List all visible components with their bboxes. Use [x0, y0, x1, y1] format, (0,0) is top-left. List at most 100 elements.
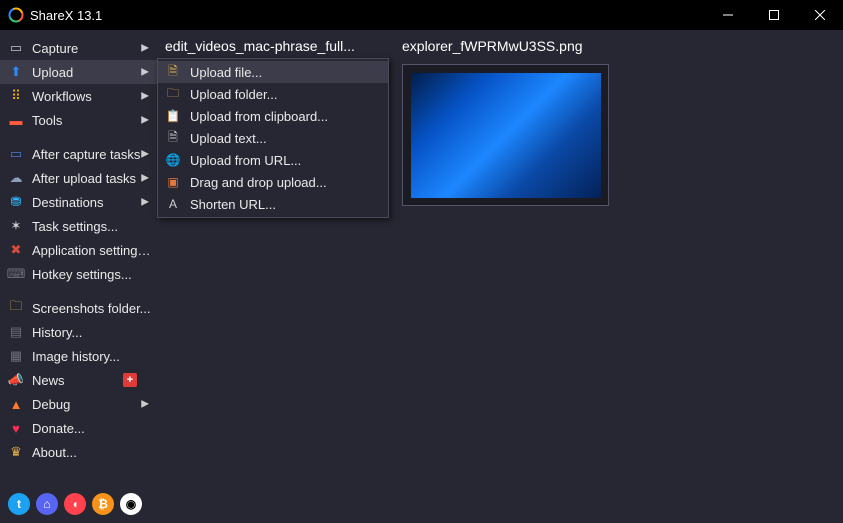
debug-icon: ▲	[8, 396, 24, 412]
sidebar-item-capture[interactable]: ▭ Capture▶	[0, 36, 157, 60]
after-upload-icon: ☁	[8, 170, 24, 186]
sidebar-item-after-upload[interactable]: ☁ After upload tasks▶	[0, 166, 157, 190]
destinations-icon: ⛃	[8, 194, 24, 210]
sidebar-item-workflows[interactable]: ⠿ Workflows▶	[0, 84, 157, 108]
sidebar-item-label: Task settings...	[32, 219, 151, 234]
sidebar-item-label: About...	[32, 445, 151, 460]
submenu-item-upload-url[interactable]: 🌐 Upload from URL...	[158, 149, 388, 171]
sidebar-item-imghistory[interactable]: ▦ Image history...	[0, 344, 157, 368]
social-bitcoin-button[interactable]: ₿	[92, 493, 114, 515]
sidebar-item-label: Application settings...	[32, 243, 151, 258]
chevron-right-icon: ▶	[141, 115, 149, 126]
after-capture-icon: ▭	[8, 146, 24, 162]
sidebar-item-label: Capture	[32, 41, 151, 56]
submenu-item-label: Upload from URL...	[190, 153, 301, 168]
upload-text-icon: 🗎	[164, 130, 182, 146]
submenu-item-upload-dnd[interactable]: ▣ Drag and drop upload...	[158, 171, 388, 193]
chevron-right-icon: ▶	[141, 173, 149, 184]
sidebar-item-label: Screenshots folder...	[32, 301, 151, 316]
social-patreon-button[interactable]: ◖	[64, 493, 86, 515]
sidebar-item-label: Debug	[32, 397, 151, 412]
submenu-item-upload-folder[interactable]: 🗀 Upload folder...	[158, 83, 388, 105]
upload-submenu: 🗎Upload file...🗀Upload folder...📋Upload …	[157, 58, 389, 218]
submenu-item-upload-text[interactable]: 🗎 Upload text...	[158, 127, 388, 149]
sidebar-item-label: News	[32, 373, 123, 388]
sidebar-item-screenshots[interactable]: 🗀 Screenshots folder...	[0, 296, 157, 320]
task-settings-icon: ✶	[8, 218, 24, 234]
thumbnail-thumb2[interactable]: explorer_fWPRMwU3SS.png	[402, 38, 607, 206]
sidebar-item-destinations[interactable]: ⛃ Destinations▶	[0, 190, 157, 214]
submenu-item-shorten-url[interactable]: A Shorten URL...	[158, 193, 388, 215]
screenshots-icon: 🗀	[8, 300, 24, 316]
social-twitter-button[interactable]: t	[8, 493, 30, 515]
upload-clip-icon: 📋	[164, 108, 182, 124]
social-discord-button[interactable]: ⌂	[36, 493, 58, 515]
submenu-item-label: Upload text...	[190, 131, 267, 146]
thumbnail-preview	[402, 64, 609, 206]
shorten-url-icon: A	[164, 196, 182, 212]
chevron-right-icon: ▶	[141, 149, 149, 160]
submenu-item-label: Drag and drop upload...	[190, 175, 327, 190]
upload-folder-icon: 🗀	[164, 86, 182, 102]
app-settings-icon: ✖	[8, 242, 24, 258]
minimize-icon	[723, 10, 733, 20]
sidebar-item-label: Hotkey settings...	[32, 267, 151, 282]
capture-icon: ▭	[8, 40, 24, 56]
maximize-button[interactable]	[751, 0, 797, 30]
social-github-button[interactable]: ◉	[120, 493, 142, 515]
sidebar-item-label: Tools	[32, 113, 151, 128]
about-icon: ♛	[8, 444, 24, 460]
sidebar: ▭Capture▶⬆Upload▶⠿Workflows▶▬Tools▶▭Afte…	[0, 30, 157, 523]
sidebar-item-after-capture[interactable]: ▭ After capture tasks▶	[0, 142, 157, 166]
sidebar-item-label: Donate...	[32, 421, 151, 436]
social-bar: t ⌂ ◖ ₿ ◉	[8, 493, 142, 515]
sharex-logo-icon	[8, 7, 24, 23]
app-window: ShareX 13.1 ▭Capture▶⬆Upload▶⠿Workflows▶…	[0, 0, 843, 523]
submenu-item-label: Shorten URL...	[190, 197, 276, 212]
history-icon: ▤	[8, 324, 24, 340]
chevron-right-icon: ▶	[141, 91, 149, 102]
donate-icon: ♥	[8, 420, 24, 436]
chevron-right-icon: ▶	[141, 399, 149, 410]
wallpaper-preview-icon	[411, 73, 601, 198]
sidebar-item-upload[interactable]: ⬆Upload▶	[0, 60, 157, 84]
thumbnail-caption: edit_videos_mac-phrase_full...	[165, 38, 370, 58]
chevron-right-icon: ▶	[141, 67, 149, 78]
submenu-item-label: Upload file...	[190, 65, 262, 80]
upload-icon: ⬆	[8, 64, 24, 80]
upload-dnd-icon: ▣	[164, 174, 182, 190]
thumbnail-caption: explorer_fWPRMwU3SS.png	[402, 38, 607, 58]
sidebar-item-history[interactable]: ▤History...	[0, 320, 157, 344]
sidebar-item-debug[interactable]: ▲ Debug▶	[0, 392, 157, 416]
workflows-icon: ⠿	[8, 88, 24, 104]
sidebar-item-task-settings[interactable]: ✶ Task settings...	[0, 214, 157, 238]
news-icon: 📣	[8, 372, 24, 388]
imghistory-icon: ▦	[8, 348, 24, 364]
sidebar-item-app-settings[interactable]: ✖ Application settings...	[0, 238, 157, 262]
sidebar-item-news[interactable]: 📣 News+	[0, 368, 157, 392]
sidebar-item-label: After upload tasks	[32, 171, 151, 186]
minimize-button[interactable]	[705, 0, 751, 30]
sidebar-item-about[interactable]: ♛ About...	[0, 440, 157, 464]
chevron-right-icon: ▶	[141, 43, 149, 54]
submenu-item-upload-clip[interactable]: 📋 Upload from clipboard...	[158, 105, 388, 127]
sidebar-item-label: Workflows	[32, 89, 151, 104]
sidebar-item-label: Destinations	[32, 195, 151, 210]
sidebar-item-tools[interactable]: ▬ Tools▶	[0, 108, 157, 132]
submenu-item-label: Upload folder...	[190, 87, 277, 102]
chevron-right-icon: ▶	[141, 197, 149, 208]
title-bar: ShareX 13.1	[0, 0, 843, 30]
hotkey-icon: ⌨	[8, 266, 24, 282]
close-button[interactable]	[797, 0, 843, 30]
sidebar-item-label: After capture tasks	[32, 147, 151, 162]
upload-url-icon: 🌐	[164, 152, 182, 168]
maximize-icon	[769, 10, 779, 20]
sidebar-item-donate[interactable]: ♥ Donate...	[0, 416, 157, 440]
submenu-item-upload-file[interactable]: 🗎Upload file...	[158, 61, 388, 83]
sidebar-item-label: Image history...	[32, 349, 151, 364]
news-badge: +	[123, 373, 137, 387]
tools-icon: ▬	[8, 112, 24, 128]
sidebar-item-hotkey[interactable]: ⌨ Hotkey settings...	[0, 262, 157, 286]
submenu-item-label: Upload from clipboard...	[190, 109, 328, 124]
close-icon	[815, 10, 825, 20]
